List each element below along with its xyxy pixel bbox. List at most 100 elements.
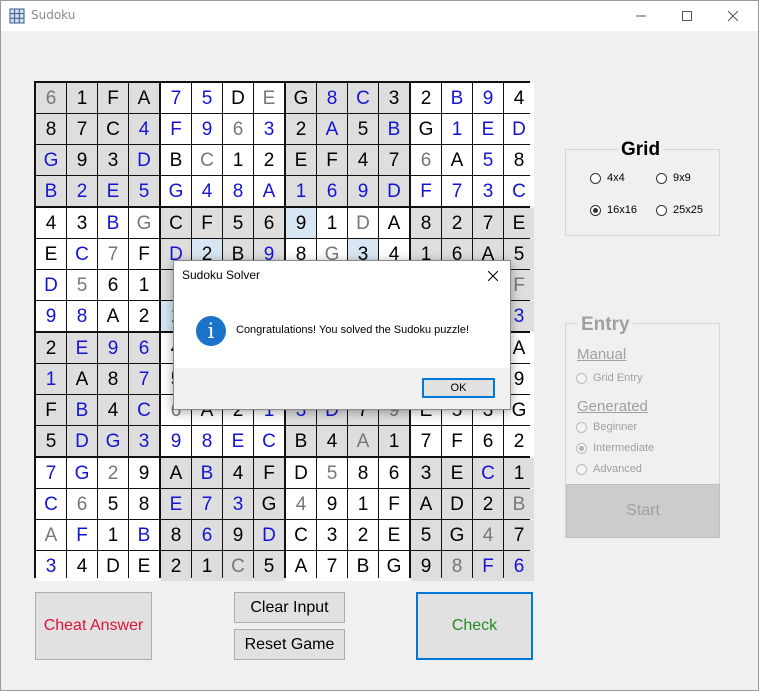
board-cell[interactable]: 3	[67, 208, 97, 238]
board-cell[interactable]: 9	[411, 551, 441, 581]
radio-beginner[interactable]: Beginner	[576, 421, 637, 433]
board-cell[interactable]: 1	[379, 426, 409, 456]
board-cell[interactable]: 4	[192, 176, 222, 206]
clear-input-button[interactable]: Clear Input	[234, 592, 345, 623]
board-cell[interactable]: 1	[192, 551, 222, 581]
board-cell[interactable]: A	[129, 83, 159, 113]
radio-grid-16x16[interactable]: 16x16	[590, 204, 637, 216]
board-cell[interactable]: 3	[129, 426, 159, 456]
board-cell[interactable]: C	[129, 395, 159, 425]
board-cell[interactable]: G	[442, 520, 472, 550]
board-cell[interactable]: 2	[348, 520, 378, 550]
board-cell[interactable]: 1	[442, 114, 472, 144]
board-cell[interactable]: G	[36, 145, 66, 175]
board-cell[interactable]: A	[286, 551, 316, 581]
board-cell[interactable]: 8	[442, 551, 472, 581]
board-cell[interactable]: 5	[317, 458, 347, 488]
board-cell[interactable]: 8	[317, 83, 347, 113]
board-cell[interactable]: 3	[473, 176, 503, 206]
board-cell[interactable]: 5	[36, 426, 66, 456]
board-cell[interactable]: 1	[67, 83, 97, 113]
board-cell[interactable]: F	[379, 489, 409, 519]
board-cell[interactable]: B	[161, 145, 191, 175]
board-cell[interactable]: 2	[473, 489, 503, 519]
board-cell[interactable]: 4	[98, 395, 128, 425]
board-cell[interactable]: B	[98, 208, 128, 238]
board-cell[interactable]: A	[254, 176, 284, 206]
board-cell[interactable]: 2	[36, 333, 66, 363]
board-cell[interactable]: 8	[98, 364, 128, 394]
radio-grid-25x25[interactable]: 25x25	[656, 204, 703, 216]
board-cell[interactable]: B	[67, 395, 97, 425]
board-cell[interactable]: 4	[223, 458, 253, 488]
board-cell[interactable]: 7	[411, 426, 441, 456]
board-cell[interactable]: F	[67, 520, 97, 550]
board-cell[interactable]: F	[411, 176, 441, 206]
board-cell[interactable]: E	[286, 145, 316, 175]
radio-advanced[interactable]: Advanced	[576, 463, 642, 475]
board-cell[interactable]: 1	[223, 145, 253, 175]
board-cell[interactable]: 5	[129, 176, 159, 206]
dialog-close-button[interactable]	[482, 265, 504, 287]
board-cell[interactable]: D	[379, 176, 409, 206]
start-button[interactable]: Start	[566, 484, 720, 538]
board-cell[interactable]: 7	[98, 239, 128, 269]
board-cell[interactable]: F	[129, 239, 159, 269]
board-cell[interactable]: G	[129, 208, 159, 238]
board-cell[interactable]: 4	[317, 426, 347, 456]
board-cell[interactable]: E	[504, 208, 534, 238]
board-cell[interactable]: D	[504, 114, 534, 144]
board-cell[interactable]: 2	[129, 301, 159, 331]
board-cell[interactable]: 6	[254, 208, 284, 238]
board-cell[interactable]: 8	[348, 458, 378, 488]
board-cell[interactable]: 8	[223, 176, 253, 206]
board-cell[interactable]: E	[254, 83, 284, 113]
board-cell[interactable]: 2	[98, 458, 128, 488]
board-cell[interactable]: 7	[67, 114, 97, 144]
radio-grid-9x9[interactable]: 9x9	[656, 172, 691, 184]
board-cell[interactable]: F	[98, 83, 128, 113]
board-cell[interactable]: E	[129, 551, 159, 581]
board-cell[interactable]: 1	[348, 489, 378, 519]
board-cell[interactable]: 6	[317, 176, 347, 206]
board-cell[interactable]: G	[98, 426, 128, 456]
board-cell[interactable]: C	[98, 114, 128, 144]
board-cell[interactable]: 1	[504, 458, 534, 488]
ok-button[interactable]: OK	[422, 378, 495, 398]
board-cell[interactable]: 5	[473, 145, 503, 175]
board-cell[interactable]: 1	[36, 364, 66, 394]
board-cell[interactable]: 2	[254, 145, 284, 175]
board-cell[interactable]: G	[286, 83, 316, 113]
board-cell[interactable]: E	[442, 458, 472, 488]
board-cell[interactable]: 6	[379, 458, 409, 488]
board-cell[interactable]: 4	[348, 145, 378, 175]
board-cell[interactable]: 4	[504, 83, 534, 113]
board-cell[interactable]: E	[98, 176, 128, 206]
board-cell[interactable]: 7	[473, 208, 503, 238]
board-cell[interactable]: D	[442, 489, 472, 519]
board-cell[interactable]: E	[36, 239, 66, 269]
board-cell[interactable]: C	[286, 520, 316, 550]
board-cell[interactable]: 6	[223, 114, 253, 144]
board-cell[interactable]: 4	[473, 520, 503, 550]
board-cell[interactable]: A	[442, 145, 472, 175]
board-cell[interactable]: 4	[129, 114, 159, 144]
board-cell[interactable]: G	[67, 458, 97, 488]
maximize-button[interactable]	[664, 1, 710, 31]
board-cell[interactable]: F	[36, 395, 66, 425]
board-cell[interactable]: 2	[504, 426, 534, 456]
board-cell[interactable]: B	[504, 489, 534, 519]
board-cell[interactable]: 5	[192, 83, 222, 113]
board-cell[interactable]: 8	[411, 208, 441, 238]
board-cell[interactable]: C	[254, 426, 284, 456]
board-cell[interactable]: 3	[411, 458, 441, 488]
board-cell[interactable]: 9	[317, 489, 347, 519]
board-cell[interactable]: E	[473, 114, 503, 144]
board-cell[interactable]: 8	[161, 520, 191, 550]
board-cell[interactable]: D	[67, 426, 97, 456]
board-cell[interactable]: A	[317, 114, 347, 144]
board-cell[interactable]: A	[411, 489, 441, 519]
board-cell[interactable]: F	[442, 426, 472, 456]
board-cell[interactable]: 8	[192, 426, 222, 456]
board-cell[interactable]: E	[67, 333, 97, 363]
